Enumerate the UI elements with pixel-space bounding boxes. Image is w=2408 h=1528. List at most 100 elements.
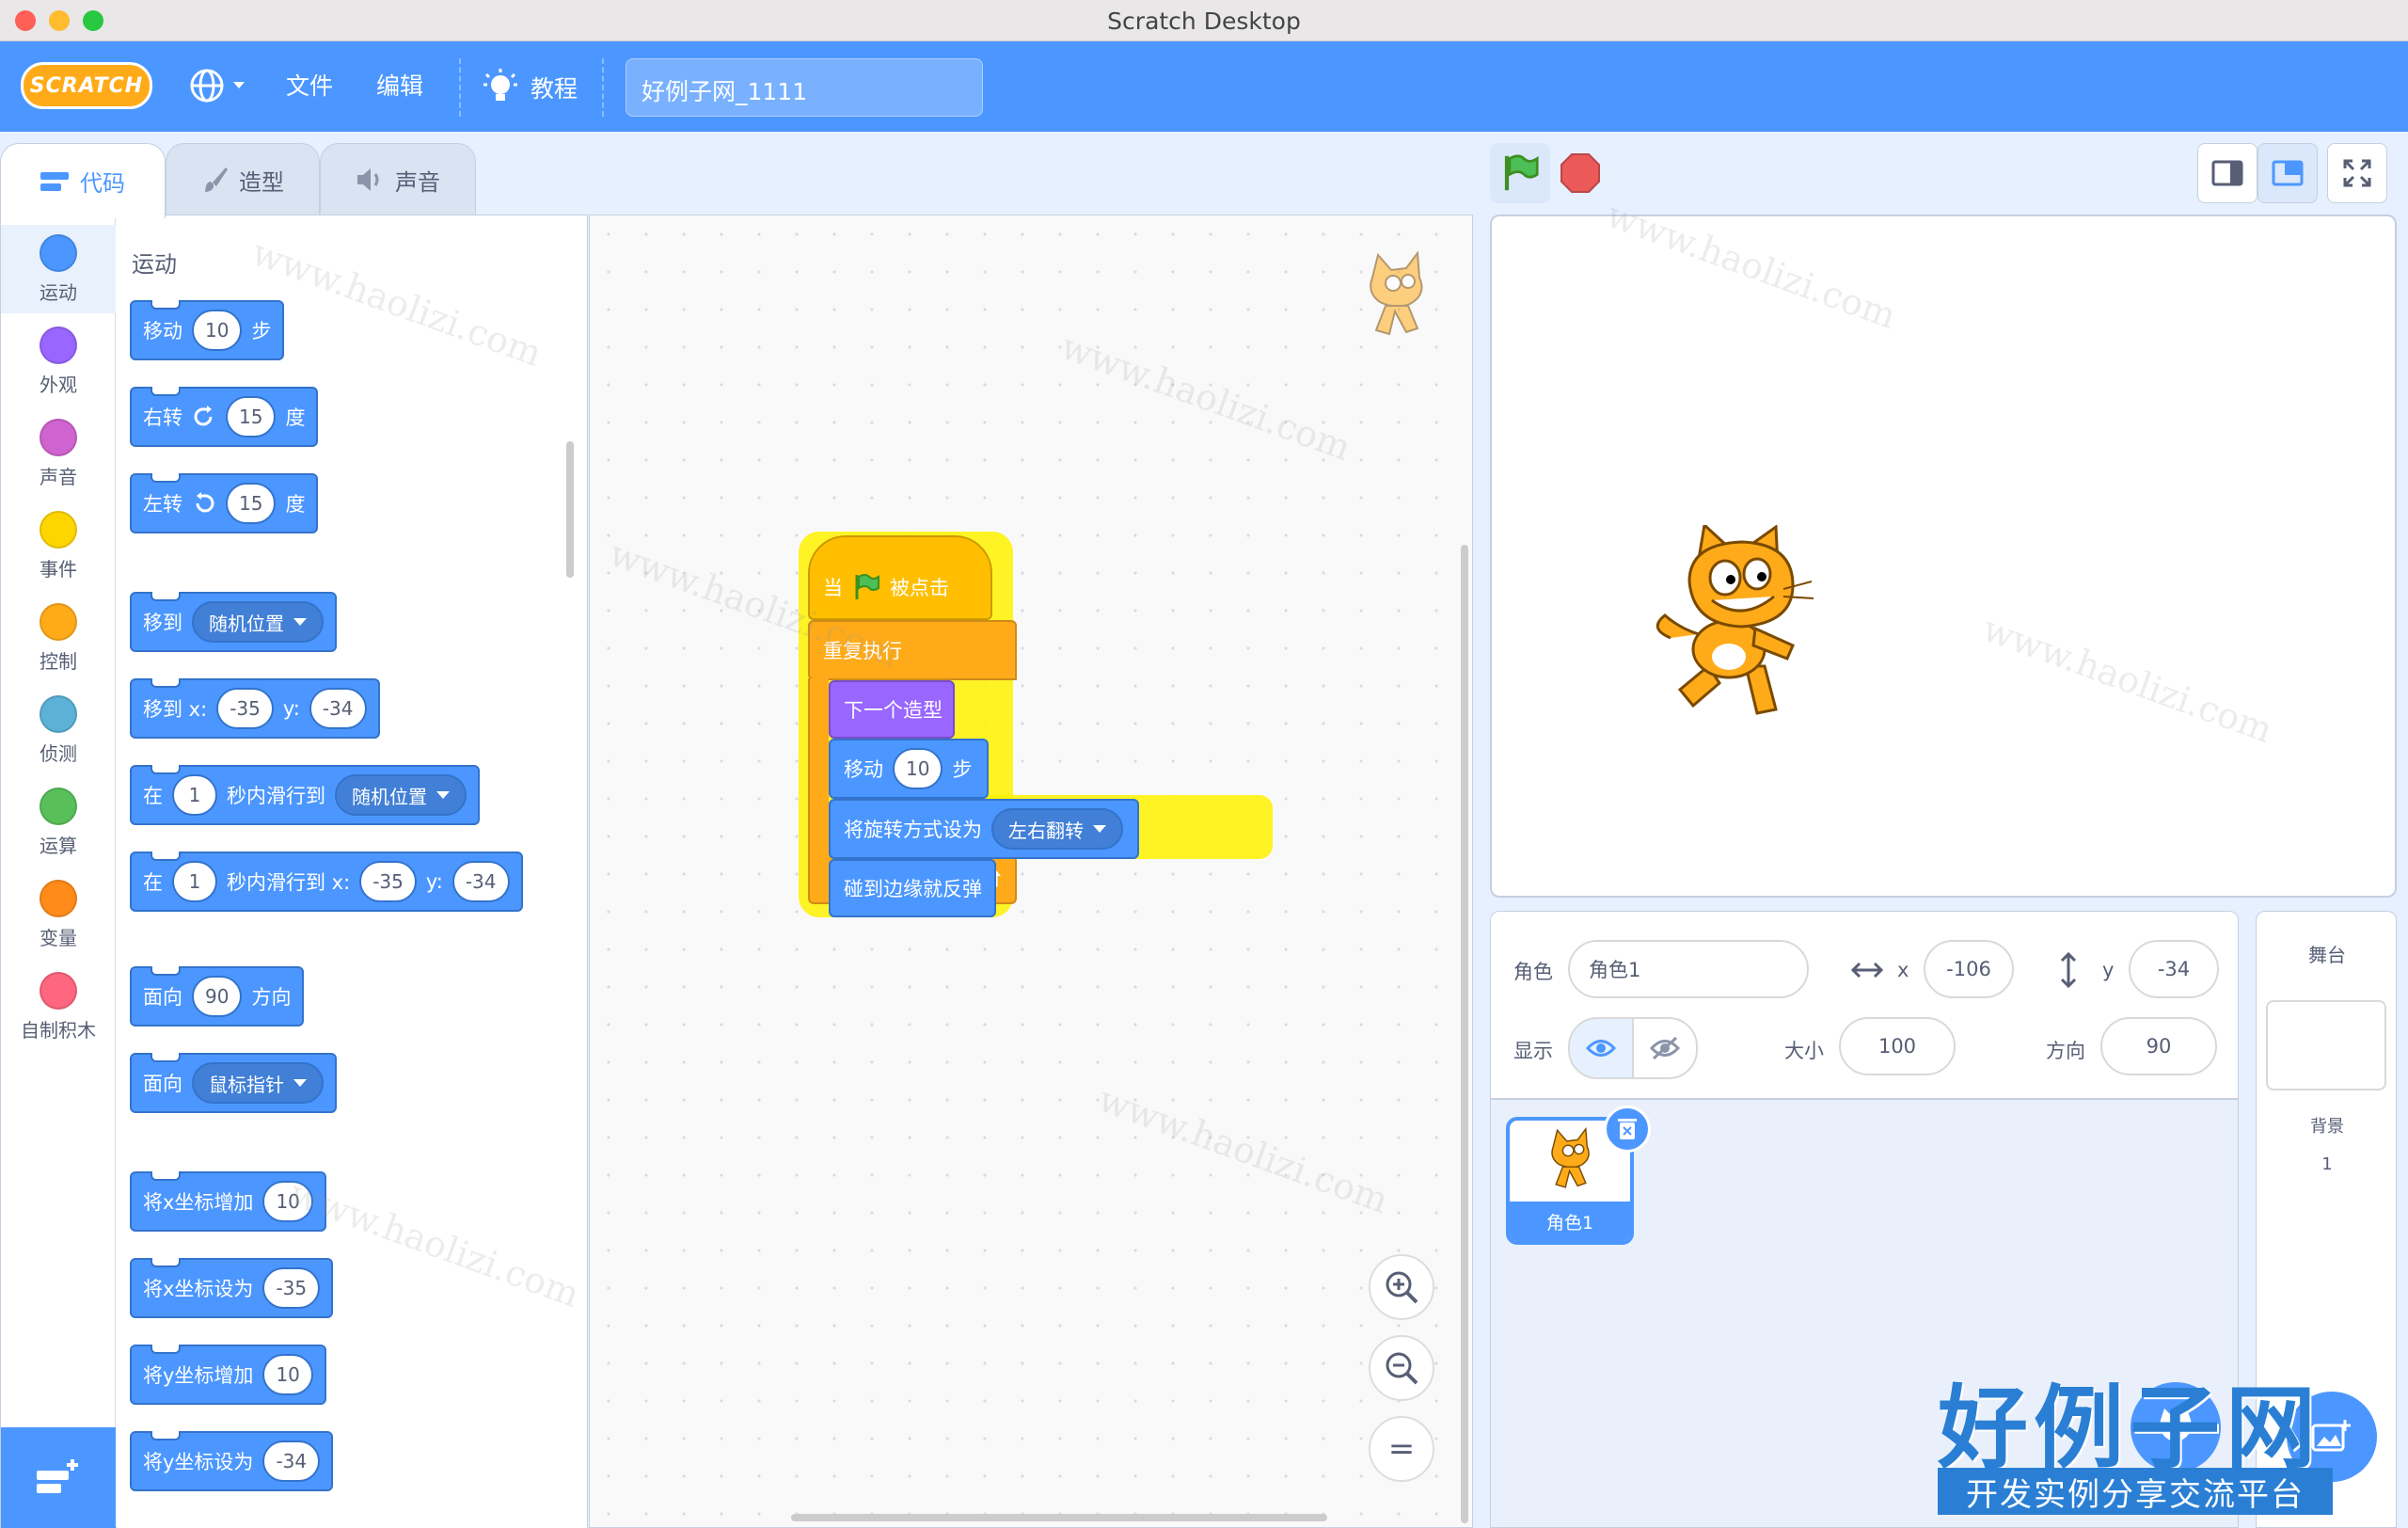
menu-divider (602, 58, 604, 117)
move-steps-script-block[interactable]: 移动 10 步 (829, 739, 989, 799)
steps-input[interactable]: 10 (893, 748, 943, 789)
when-flag-clicked-block[interactable]: 当 被点击 (808, 535, 992, 620)
degrees-input[interactable]: 15 (226, 396, 277, 438)
zoom-in-icon (1386, 1271, 1418, 1304)
block-text: 移到 (143, 612, 182, 634)
show-label: 显示 (1513, 1040, 1553, 1062)
go-to-block[interactable]: 移到 随机位置 (130, 592, 337, 652)
scratch-logo[interactable]: SCRATCH (21, 62, 152, 109)
next-costume-block[interactable]: 下一个造型 (829, 680, 955, 739)
point-towards-dropdown[interactable]: 鼠标指针 (192, 1062, 324, 1104)
sprite-info-panel: 角色 角色1 x -106 y -34 显示 大小 100 方向 90 (1490, 911, 2239, 1099)
category-sensing[interactable]: 侦测 (1, 686, 116, 774)
palette-heading-motion: 运动 (132, 251, 177, 278)
go-to-xy-block[interactable]: 移到 x: -35 y: -34 (130, 678, 380, 739)
seconds-input[interactable]: 1 (172, 774, 217, 816)
zoom-in-button[interactable] (1369, 1254, 1434, 1320)
direction-input[interactable]: 90 (192, 976, 243, 1017)
edit-menu[interactable]: 编辑 (376, 68, 423, 102)
degrees-input[interactable]: 15 (226, 483, 277, 524)
y-input[interactable]: -34 (452, 861, 510, 902)
glide-target-dropdown[interactable]: 随机位置 (335, 774, 467, 816)
show-visible-button[interactable] (1568, 1017, 1634, 1079)
category-sound[interactable]: 声音 (1, 409, 116, 498)
globe-icon (190, 69, 224, 103)
block-text: 将y坐标设为 (143, 1451, 254, 1473)
workspace-horizontal-scrollbar[interactable] (791, 1514, 1327, 1521)
turn-left-block[interactable]: 左转 15 度 (130, 473, 319, 533)
y-input[interactable]: -34 (309, 688, 367, 729)
category-my-blocks[interactable]: 自制积木 (1, 963, 116, 1051)
cat-sprite[interactable] (1652, 525, 1840, 723)
tab-code[interactable]: 代码 (0, 143, 166, 218)
tab-sounds-label: 声音 (395, 168, 440, 196)
zoom-out-button[interactable] (1369, 1335, 1434, 1401)
y-position-input[interactable]: -34 (2129, 940, 2219, 998)
point-in-direction-block[interactable]: 面向 90 方向 (130, 966, 305, 1027)
x-value-input[interactable]: -35 (262, 1267, 321, 1309)
stop-icon[interactable] (1560, 152, 1601, 194)
set-x-block[interactable]: 将x坐标设为 -35 (130, 1258, 334, 1318)
category-label: 外观 (40, 374, 77, 396)
menu-bar: SCRATCH 文件 编辑 教程 好例子网_1111 (0, 41, 2408, 132)
tutorials-menu[interactable]: 教程 (483, 64, 578, 111)
direction-input[interactable]: 90 (2100, 1017, 2217, 1075)
block-text: y: (282, 697, 300, 720)
workspace-vertical-scrollbar[interactable] (1461, 545, 1468, 1523)
category-events[interactable]: 事件 (1, 501, 116, 590)
set-rotation-style-block[interactable]: 将旋转方式设为 左右翻转 (829, 799, 1139, 859)
category-dot (40, 234, 77, 272)
normal-stage-button[interactable] (2258, 143, 2318, 203)
rotation-style-dropdown[interactable]: 左右翻转 (991, 808, 1123, 850)
sprite-tile-name: 角色1 (1510, 1202, 1630, 1241)
sprite-name-input[interactable]: 角色1 (1568, 940, 1809, 998)
x-input[interactable]: -35 (359, 861, 417, 902)
category-operators[interactable]: 运算 (1, 778, 116, 867)
green-flag-button[interactable] (1490, 143, 1550, 203)
tab-sounds[interactable]: 声音 (320, 143, 476, 216)
point-towards-block[interactable]: 面向 鼠标指针 (130, 1053, 337, 1113)
block-text: 移动 (143, 320, 182, 342)
change-y-block[interactable]: 将y坐标增加 10 (130, 1345, 326, 1405)
language-menu[interactable] (188, 62, 256, 109)
y-value-input[interactable]: -34 (262, 1440, 321, 1482)
seconds-input[interactable]: 1 (172, 861, 217, 902)
x-input[interactable]: -35 (216, 688, 274, 729)
code-workspace[interactable]: 当 被点击 重复执行 下一个造型 移动 10 步 将旋转方式设为 左右翻转 碰到边缘就… (589, 215, 1473, 1528)
category-control[interactable]: 控制 (1, 594, 116, 682)
file-menu[interactable]: 文件 (286, 68, 333, 102)
small-stage-button[interactable] (2197, 143, 2258, 203)
palette-scrollbar[interactable] (566, 441, 574, 578)
category-looks[interactable]: 外观 (1, 317, 116, 406)
steps-input[interactable]: 10 (192, 310, 243, 351)
set-y-block[interactable]: 将y坐标设为 -34 (130, 1431, 334, 1491)
block-text: 在 (143, 785, 163, 807)
block-text: 面向 (143, 1073, 182, 1095)
rotate-counterclockwise-icon (196, 492, 214, 513)
tab-costumes[interactable]: 造型 (166, 143, 320, 216)
size-input[interactable]: 100 (1839, 1017, 1956, 1075)
tab-code-label: 代码 (80, 170, 125, 197)
category-motion[interactable]: 运动 (1, 225, 116, 313)
category-label: 自制积木 (21, 1019, 96, 1042)
add-extension-button[interactable] (1, 1427, 116, 1528)
category-dot (40, 880, 77, 917)
y-change-input[interactable]: 10 (262, 1354, 313, 1395)
fullscreen-button[interactable] (2327, 143, 2387, 203)
bounce-on-edge-block[interactable]: 碰到边缘就反弹 (829, 859, 996, 917)
small-stage-icon (2211, 160, 2243, 186)
glide-to-block[interactable]: 在 1 秒内滑行到 随机位置 (130, 765, 480, 825)
turn-right-block[interactable]: 右转 15 度 (130, 387, 319, 447)
stage-canvas[interactable] (1490, 215, 2397, 898)
move-steps-block[interactable]: 移动 10 步 (130, 300, 285, 360)
delete-sprite-button[interactable] (1604, 1106, 1651, 1153)
glide-to-xy-block[interactable]: 在 1 秒内滑行到 x: -35 y: -34 (130, 852, 523, 912)
go-to-target-dropdown[interactable]: 随机位置 (192, 601, 324, 643)
project-title-input[interactable]: 好例子网_1111 (626, 58, 983, 117)
zoom-reset-button[interactable]: = (1369, 1416, 1434, 1482)
category-variables[interactable]: 变量 (1, 870, 116, 959)
x-position-input[interactable]: -106 (1924, 940, 2014, 998)
stage-pane-title: 舞台 (2308, 944, 2346, 966)
show-hidden-button[interactable] (1632, 1017, 1698, 1079)
backdrops-label: 背景 (2310, 1117, 2344, 1137)
